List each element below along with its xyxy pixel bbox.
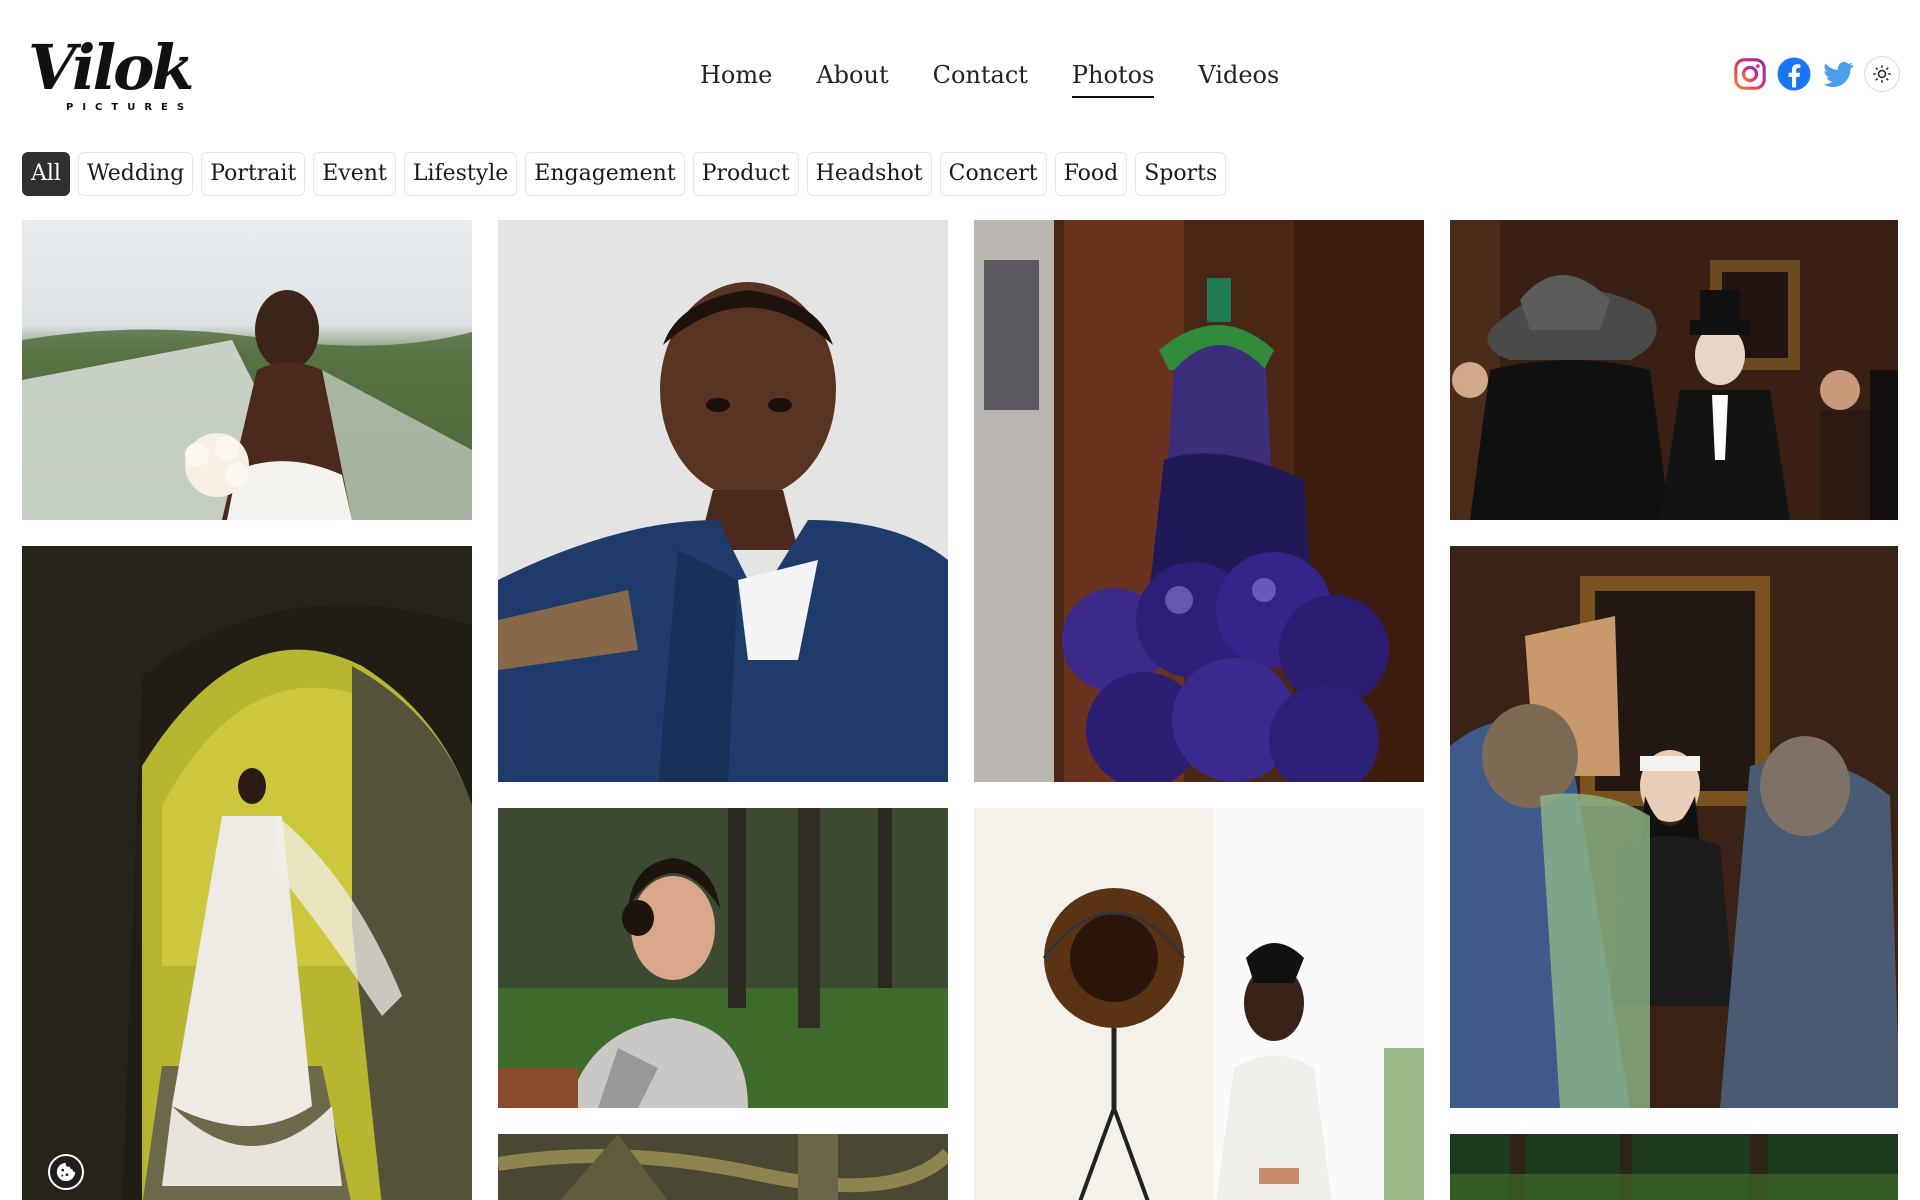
filter-product[interactable]: Product <box>692 152 799 196</box>
filter-engagement[interactable]: Engagement <box>525 152 685 196</box>
filter-event[interactable]: Event <box>313 152 396 196</box>
photo-fashion-lamp[interactable] <box>974 808 1424 1200</box>
main-nav: Home About Contact Photos Videos <box>700 60 1279 98</box>
nav-home[interactable]: Home <box>700 60 772 98</box>
filter-portrait[interactable]: Portrait <box>201 152 306 196</box>
filter-headshot[interactable]: Headshot <box>806 152 932 196</box>
photo-gallery <box>22 220 1898 1200</box>
nav-photos[interactable]: Photos <box>1071 60 1155 98</box>
nav-videos[interactable]: Videos <box>1198 60 1279 98</box>
category-filters: All Wedding Portrait Event Lifestyle Eng… <box>22 152 1227 196</box>
instagram-icon[interactable] <box>1732 56 1768 92</box>
photo-party-cowboy-hat[interactable] <box>1450 220 1898 520</box>
filter-lifestyle[interactable]: Lifestyle <box>403 152 518 196</box>
photo-forest-green[interactable] <box>1450 1134 1898 1200</box>
sun-icon[interactable] <box>1864 56 1900 92</box>
cookie-icon[interactable] <box>48 1154 84 1190</box>
facebook-icon[interactable] <box>1776 56 1812 92</box>
filter-food[interactable]: Food <box>1054 152 1128 196</box>
social-links <box>1732 56 1900 92</box>
site-header: Vilok PICTURES Home About Contact Photos… <box>0 0 1920 150</box>
photo-woman-qipao[interactable] <box>498 808 948 1108</box>
logo-script: Vilok <box>28 31 194 104</box>
twitter-icon[interactable] <box>1820 56 1856 92</box>
brand-logo[interactable]: Vilok PICTURES <box>28 30 212 120</box>
photo-bride-stone-arch[interactable] <box>22 546 472 1200</box>
filter-concert[interactable]: Concert <box>939 152 1047 196</box>
logo-subtitle: PICTURES <box>66 102 194 113</box>
photo-boy-portrait[interactable] <box>498 220 948 782</box>
filter-all[interactable]: All <box>22 152 70 196</box>
photo-bride-veil-hilltop[interactable] <box>22 220 472 520</box>
photo-forest-branches[interactable] <box>498 1134 948 1200</box>
nav-about[interactable]: About <box>816 60 888 98</box>
photo-grape-costume[interactable] <box>974 220 1424 782</box>
filter-sports[interactable]: Sports <box>1135 152 1227 196</box>
photo-party-bearded-mask[interactable] <box>1450 546 1898 1108</box>
nav-contact[interactable]: Contact <box>933 60 1028 98</box>
filter-wedding[interactable]: Wedding <box>77 152 194 196</box>
